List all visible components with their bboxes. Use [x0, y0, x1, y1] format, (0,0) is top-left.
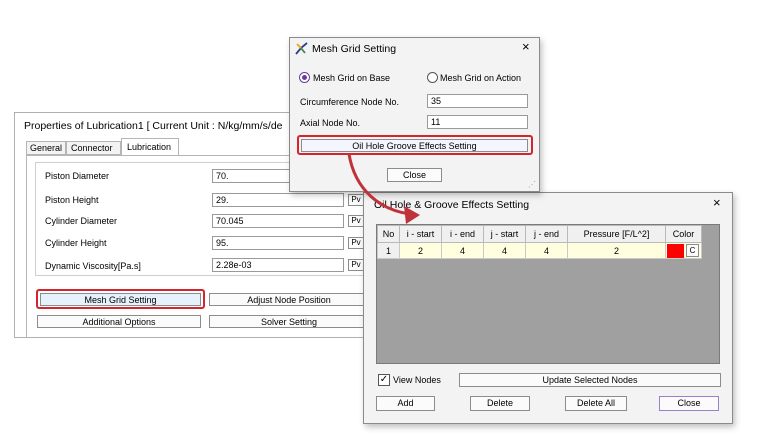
- col-i-end: i - end: [441, 225, 484, 243]
- piston-diameter-label: Piston Diameter: [45, 171, 110, 181]
- piston-height-input[interactable]: 29.: [212, 193, 344, 207]
- oil-hole-title: Oil Hole & Groove Effects Setting: [374, 199, 530, 211]
- col-pressure: Pressure [F/L^2]: [567, 225, 666, 243]
- mesh-grid-title: Mesh Grid Setting: [312, 43, 397, 55]
- tab-lubrication-label: Lubrication: [127, 142, 172, 152]
- tab-general[interactable]: General: [26, 141, 66, 155]
- properties-title: Properties of Lubrication1 [ Current Uni…: [24, 120, 283, 132]
- pv-button[interactable]: Pv: [348, 194, 364, 206]
- app-logo-icon: [295, 42, 308, 55]
- mesh-grid-window: Mesh Grid Setting × Mesh Grid on Base Me…: [289, 37, 540, 192]
- solver-setting-button[interactable]: Solver Setting: [209, 315, 369, 328]
- pv-button[interactable]: Pv: [348, 237, 364, 249]
- row-no: 1: [377, 242, 400, 259]
- view-nodes-label: View Nodes: [393, 375, 441, 385]
- radio-action[interactable]: [427, 72, 438, 83]
- close-button[interactable]: Close: [659, 396, 719, 411]
- cell-j-end[interactable]: 4: [525, 242, 568, 259]
- close-icon[interactable]: ×: [522, 39, 530, 54]
- col-color: Color: [665, 225, 702, 243]
- dynamic-viscosity-label: Dynamic Viscosity[Pa.s]: [45, 261, 141, 271]
- table-row[interactable]: 1 2 4 4 4 2 C: [377, 242, 702, 259]
- dynamic-viscosity-input[interactable]: 2.28e-03: [212, 258, 344, 272]
- circumference-input[interactable]: 35: [427, 94, 528, 108]
- radio-base-label: Mesh Grid on Base: [313, 73, 391, 83]
- cylinder-height-input[interactable]: 95.: [212, 236, 344, 250]
- axial-label: Axial Node No.: [300, 118, 361, 128]
- col-j-start: j - start: [483, 225, 526, 243]
- delete-all-button[interactable]: Delete All: [565, 396, 627, 411]
- col-j-end: j - end: [525, 225, 568, 243]
- adjust-node-position-button[interactable]: Adjust Node Position: [209, 293, 369, 306]
- radio-action-label: Mesh Grid on Action: [440, 73, 522, 83]
- update-selected-nodes-button[interactable]: Update Selected Nodes: [459, 373, 721, 387]
- pv-button[interactable]: Pv: [348, 215, 364, 227]
- cylinder-diameter-input[interactable]: 70.045: [212, 214, 344, 228]
- piston-height-label: Piston Height: [45, 195, 99, 205]
- col-i-start: i - start: [399, 225, 442, 243]
- cell-pressure[interactable]: 2: [567, 242, 666, 259]
- cell-i-end[interactable]: 4: [441, 242, 484, 259]
- cylinder-height-label: Cylinder Height: [45, 238, 107, 248]
- close-button[interactable]: Close: [387, 168, 442, 182]
- color-swatch[interactable]: [667, 243, 684, 258]
- col-no: No: [377, 225, 400, 243]
- tab-lubrication[interactable]: Lubrication: [121, 138, 179, 156]
- pv-button[interactable]: Pv: [348, 259, 364, 271]
- node-table: No i - start i - end j - start j - end P…: [377, 225, 702, 259]
- cell-i-start[interactable]: 2: [399, 242, 442, 259]
- delete-button[interactable]: Delete: [470, 396, 530, 411]
- oil-hole-highlight: [297, 135, 533, 155]
- resize-grip-icon[interactable]: ⋰: [528, 180, 536, 189]
- close-icon[interactable]: ×: [713, 195, 721, 210]
- cell-j-start[interactable]: 4: [483, 242, 526, 259]
- color-button[interactable]: C: [686, 244, 699, 257]
- additional-options-button[interactable]: Additional Options: [37, 315, 201, 328]
- tab-connector[interactable]: Connector: [66, 141, 121, 155]
- cylinder-diameter-label: Cylinder Diameter: [45, 216, 118, 226]
- oil-hole-window: Oil Hole & Groove Effects Setting × No i…: [363, 192, 733, 424]
- tab-connector-label: Connector: [71, 143, 113, 153]
- circumference-label: Circumference Node No.: [300, 97, 400, 107]
- radio-base[interactable]: [299, 72, 310, 83]
- mesh-grid-highlight: [36, 289, 205, 309]
- add-button[interactable]: Add: [376, 396, 435, 411]
- tab-general-label: General: [30, 143, 63, 153]
- cell-color: C: [665, 242, 702, 259]
- axial-input[interactable]: 11: [427, 115, 528, 129]
- view-nodes-checkbox[interactable]: ✓: [378, 374, 390, 386]
